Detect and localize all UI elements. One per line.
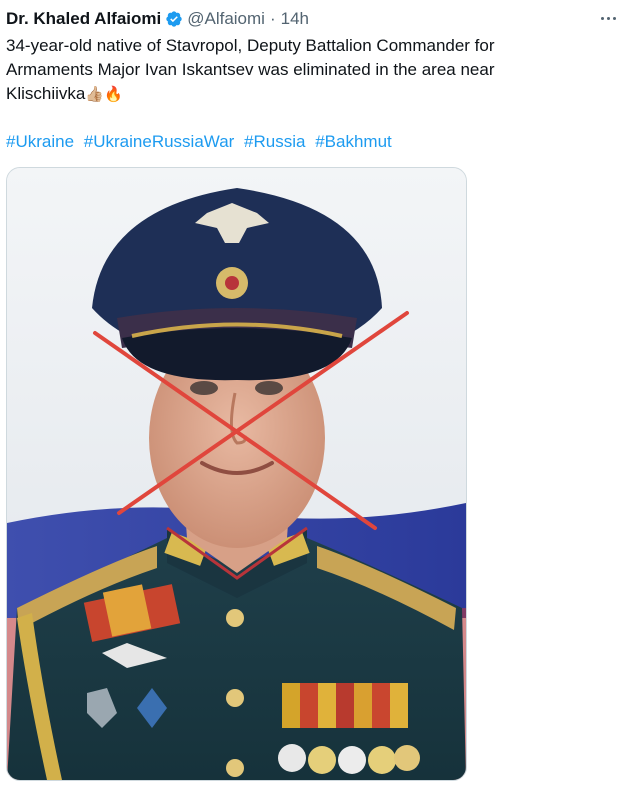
emoji-thumbs-fire: 👍🏼🔥 [85, 85, 123, 103]
tweet-header: Dr. Khaled Alfaiomi @Alfaiomi · 14h [6, 6, 309, 32]
hashtag-ukraine[interactable]: #Ukraine [6, 132, 74, 151]
separator-dot: · [269, 9, 276, 28]
timestamp[interactable]: 14h [281, 9, 309, 29]
uniform-button [226, 689, 244, 707]
cap-cockade-center [225, 276, 239, 290]
uniform-button [226, 759, 244, 777]
author-name[interactable]: Dr. Khaled Alfaiomi [6, 9, 161, 29]
hashtag-russia[interactable]: #Russia [244, 132, 305, 151]
hashtag-list: #Ukraine #UkraineRussiaWar #Russia #Bakh… [6, 130, 397, 154]
tweet-text-line: 34-year-old native of Stavropol, Deputy … [6, 36, 495, 55]
hashtag-bakhmut[interactable]: #Bakhmut [315, 132, 392, 151]
left-eye [190, 381, 218, 395]
more-horizontal-icon[interactable] [597, 8, 619, 28]
officer-portrait-image [7, 168, 466, 780]
tweet-text: 34-year-old native of Stavropol, Deputy … [6, 34, 606, 106]
tweet-media-photo[interactable] [6, 167, 467, 781]
author-handle[interactable]: @Alfaiomi [187, 9, 265, 29]
tweet-text-line: Armaments Major Ivan Iskantsev was elimi… [6, 60, 495, 79]
verified-badge-icon [166, 11, 182, 27]
tweet-text-line: Klischiivka [6, 84, 86, 103]
right-eye [255, 381, 283, 395]
uniform-button [226, 609, 244, 627]
hashtag-ukrainerussiawar[interactable]: #UkraineRussiaWar [84, 132, 235, 151]
